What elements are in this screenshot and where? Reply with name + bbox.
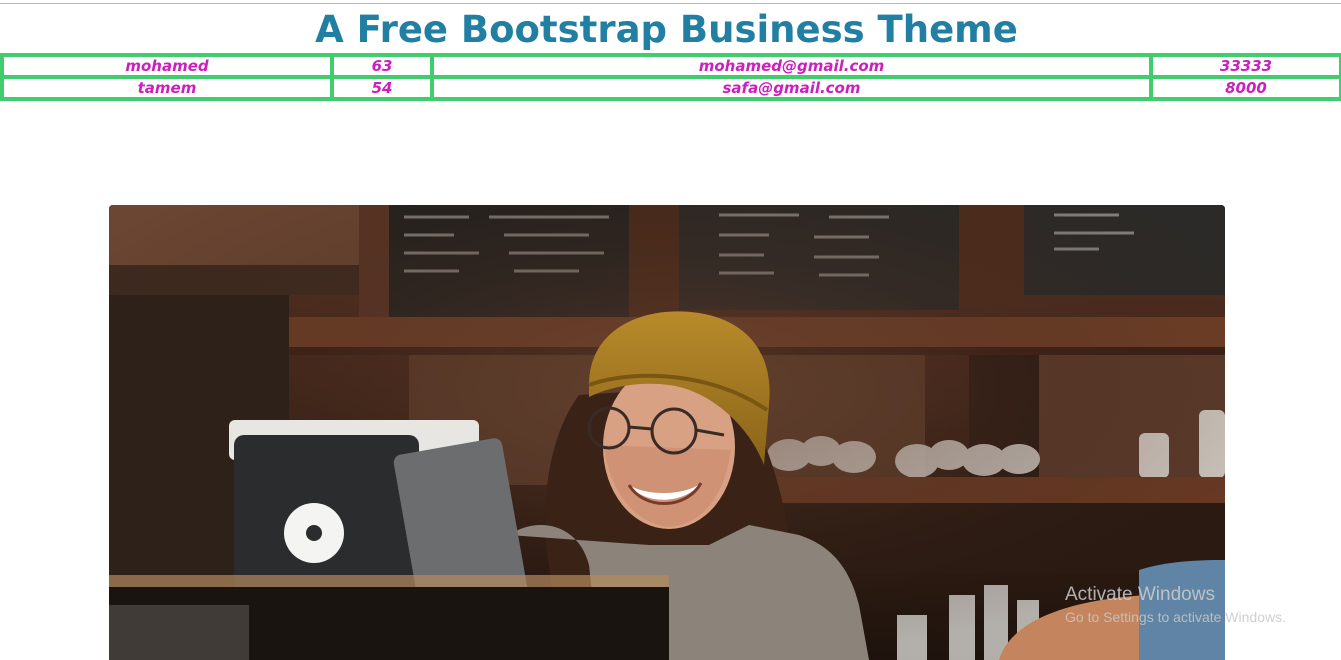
cell-age: 54 <box>330 75 434 101</box>
page-title: A Free Bootstrap Business Theme <box>315 8 1018 51</box>
top-divider <box>0 3 1341 4</box>
cell-age: 63 <box>330 53 434 79</box>
table-row: mohamed 63 mohamed@gmail.com 33333 <box>0 53 1341 79</box>
cafe-photo-illustration <box>109 205 1225 660</box>
table-row: tamem 54 safa@gmail.com 8000 <box>0 75 1341 101</box>
cell-email: safa@gmail.com <box>430 75 1153 101</box>
cell-name: tamem <box>0 75 334 101</box>
cell-value: 8000 <box>1149 75 1341 101</box>
cell-email: mohamed@gmail.com <box>430 53 1153 79</box>
cell-name: mohamed <box>0 53 334 79</box>
data-table: mohamed 63 mohamed@gmail.com 33333 tamem… <box>0 53 1341 101</box>
cell-value: 33333 <box>1149 53 1341 79</box>
hero-image <box>109 205 1225 660</box>
